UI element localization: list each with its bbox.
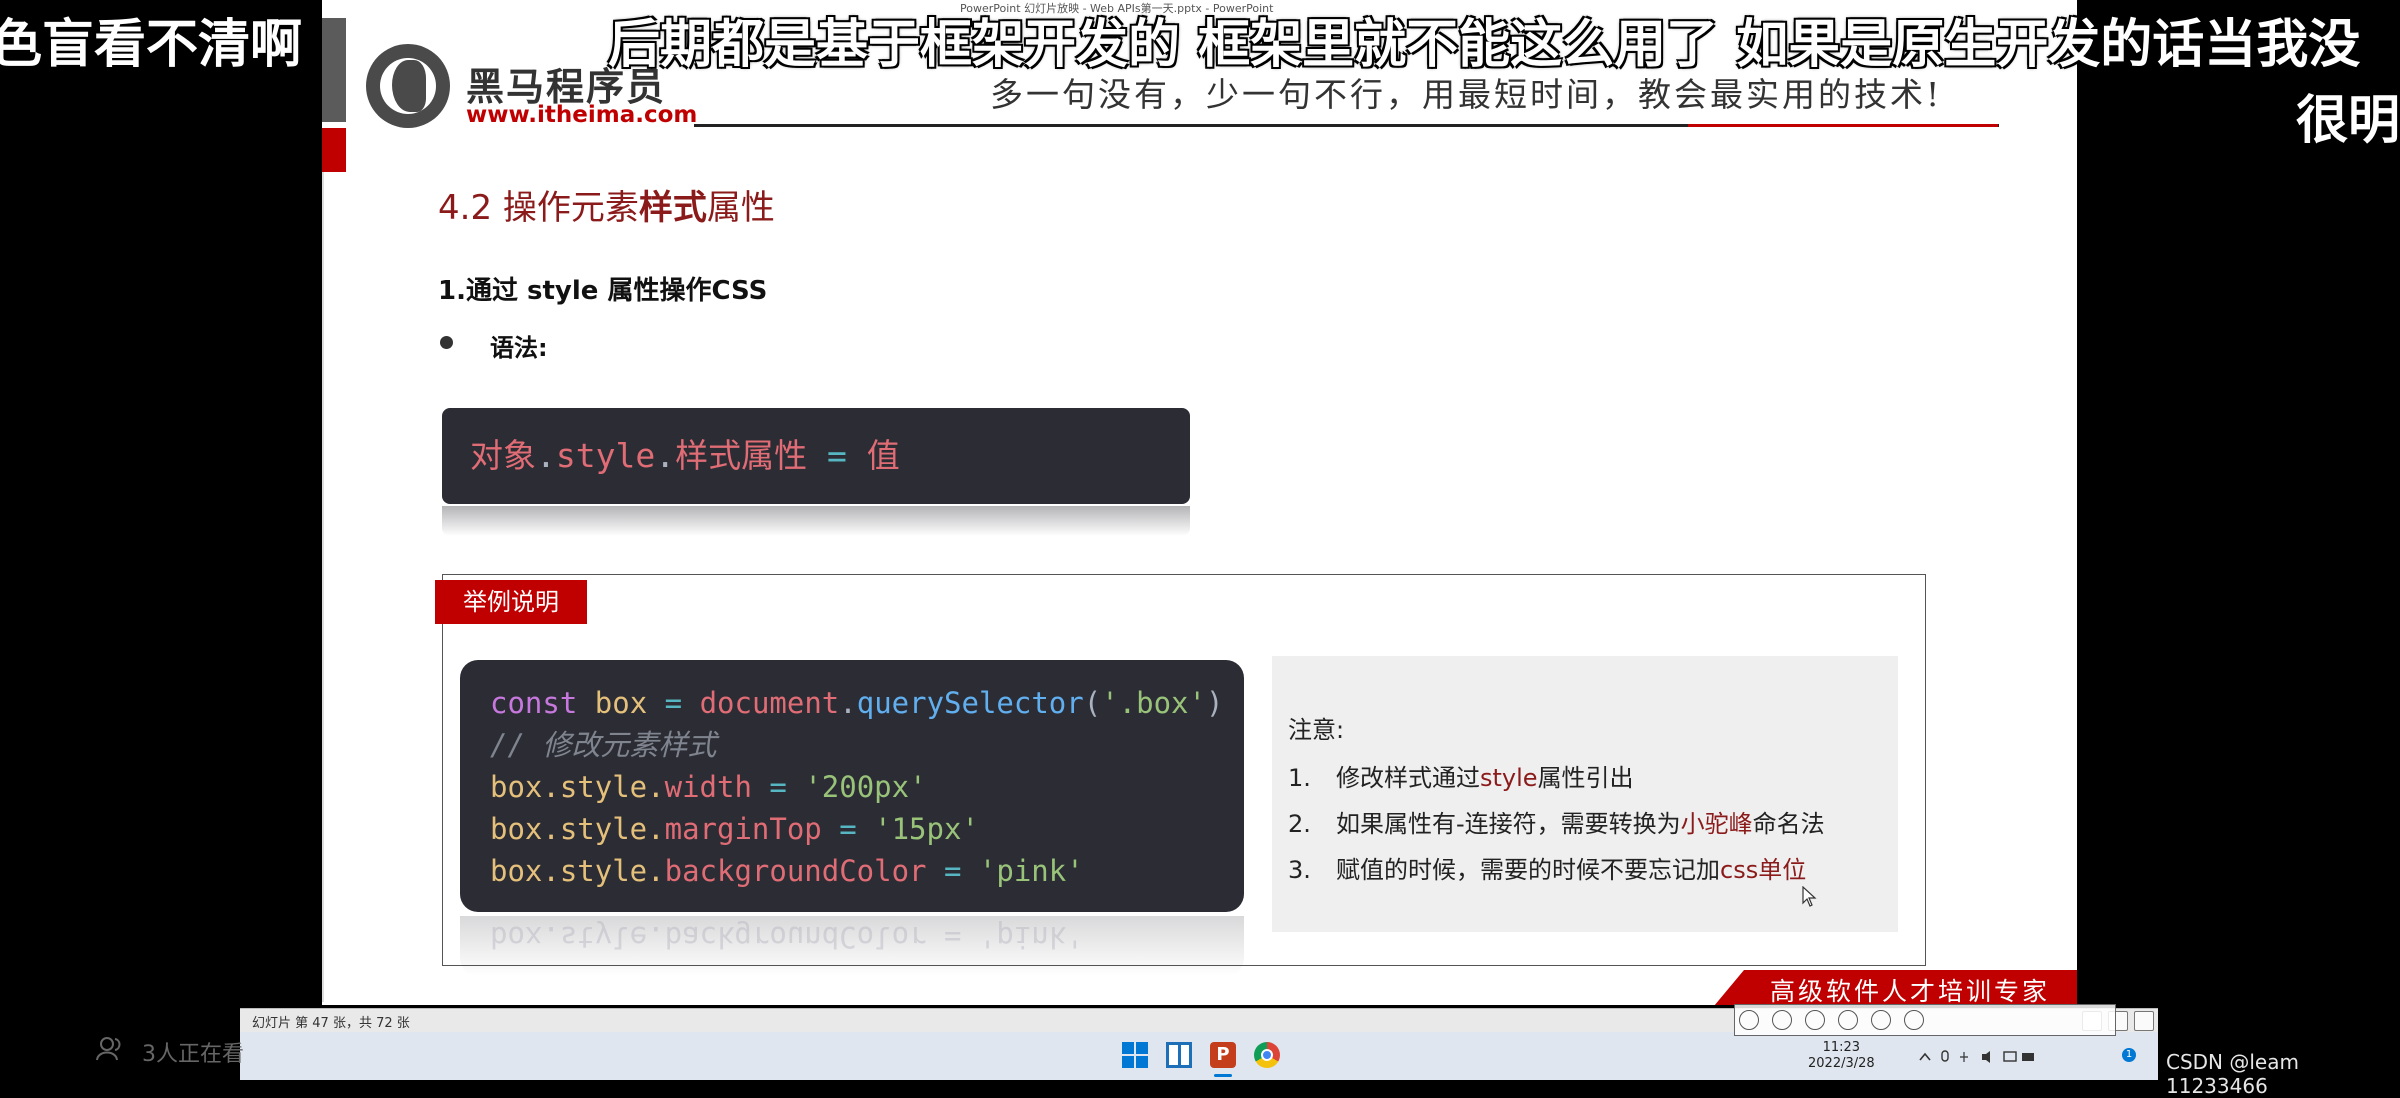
subtitle: 1.通过 style 属性操作CSS xyxy=(438,276,768,306)
syntax-code-block: 对象.style.样式属性 = 值 xyxy=(442,408,1190,504)
danmaku-comment-left: 色盲看不清啊 xyxy=(0,15,303,75)
zoom-icon[interactable] xyxy=(1871,1010,1892,1030)
viewers-icon xyxy=(96,1037,121,1061)
slide-left-accent xyxy=(322,128,346,172)
code-reflection-text: box.style.backgroundColor = 'pink' xyxy=(490,920,1084,954)
danmaku-comment-right: 很明 xyxy=(2296,91,2400,151)
bottom-banner-text: 高级软件人才培训专家 xyxy=(1770,977,2051,1005)
clock-time: 11:23 xyxy=(1822,1040,1861,1055)
code-line-1: const box = document.querySelector('.box… xyxy=(490,686,1224,720)
bullet-label: 语法: xyxy=(490,334,548,362)
taskbar-clock[interactable]: 11:23 2022/3/28 xyxy=(1808,1040,1875,1072)
slide-canvas: 黑马程序员 www.itheima.com 多一句没有，少一句不行，用最短时间，… xyxy=(322,0,2077,1005)
next-slide-icon[interactable] xyxy=(1772,1010,1793,1030)
grid-icon[interactable] xyxy=(1838,1010,1859,1030)
horse-head-icon xyxy=(392,60,426,112)
slide-left-divider xyxy=(322,172,324,1002)
windows-start-icon[interactable] xyxy=(1122,1042,1148,1068)
csdn-watermark: CSDN @leam 11233466 xyxy=(2166,1050,2299,1098)
reading-view-icon[interactable] xyxy=(2134,1011,2154,1031)
code-line-3: box.style.width = '200px' xyxy=(490,770,927,804)
section-title: 4.2 操作元素样式属性 xyxy=(438,188,775,228)
syntax-reflection xyxy=(442,506,1190,536)
example-tag: 举例说明 xyxy=(435,580,587,624)
chrome-icon[interactable] xyxy=(1254,1042,1280,1068)
bullet-dot-icon xyxy=(440,336,453,349)
code-line-2: // 修改元素样式 xyxy=(490,728,717,762)
code-line-5: box.style.backgroundColor = 'pink' xyxy=(490,854,1084,888)
note-item-3: 3. 赋值的时候，需要的时候不要忘记加css单位 xyxy=(1288,856,1807,884)
viewer-count: 3人正在看 xyxy=(142,1042,244,1067)
danmaku-comment-top: 后期都是基于框架开发的 框架里就不能这么用了 如果是原生开发的话当我没 xyxy=(608,15,2361,75)
slide-left-bar xyxy=(322,18,346,122)
note-item-1: 1. 修改样式通过style属性引出 xyxy=(1288,764,1634,792)
prev-slide-icon[interactable] xyxy=(1739,1010,1759,1030)
file-explorer-icon[interactable] xyxy=(1166,1042,1192,1068)
note-item-2: 2. 如果属性有-连接符，需要转换为小驼峰命名法 xyxy=(1288,810,1825,838)
slide-counter: 幻灯片 第 47 张，共 72 张 xyxy=(252,1016,410,1031)
powerpoint-icon[interactable]: P xyxy=(1210,1042,1236,1068)
clock-date: 2022/3/28 xyxy=(1808,1056,1875,1071)
code-reflection: box.style.backgroundColor = 'pink' xyxy=(460,916,1244,976)
logo-url: www.itheima.com xyxy=(466,102,698,128)
example-code-block: const box = document.querySelector('.box… xyxy=(460,660,1244,912)
slideshow-toolbar[interactable] xyxy=(1734,1004,2116,1036)
more-options-icon[interactable] xyxy=(1904,1010,1925,1030)
mouse-cursor-icon xyxy=(1802,886,1817,907)
header-divider-accent xyxy=(1688,124,1998,127)
notification-badge[interactable]: 1 xyxy=(2122,1048,2136,1062)
notes-title: 注意: xyxy=(1288,716,1345,744)
pen-icon[interactable] xyxy=(1805,1010,1826,1030)
system-tray-icons[interactable] xyxy=(1916,1048,2036,1066)
powerpoint-active-indicator xyxy=(1214,1074,1232,1077)
code-line-4: box.style.marginTop = '15px' xyxy=(490,812,979,846)
